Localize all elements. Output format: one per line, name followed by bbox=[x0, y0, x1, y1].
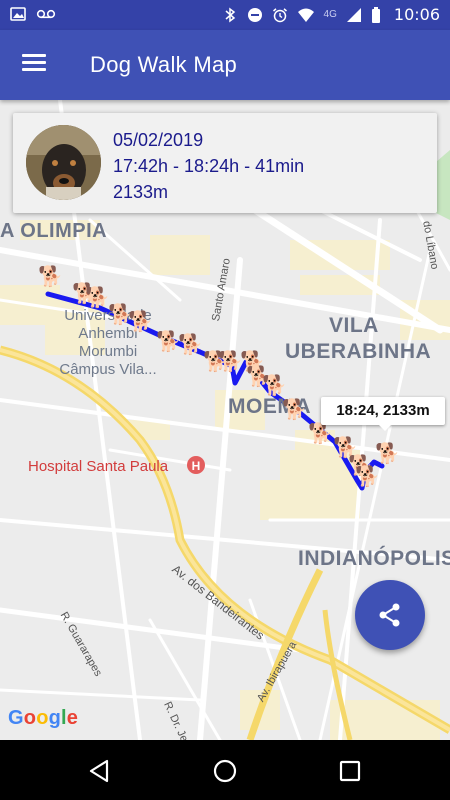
walk-info-text: 05/02/2019 17:42h - 18:24h - 41min 2133m bbox=[113, 127, 304, 205]
do-not-disturb-icon bbox=[247, 7, 262, 22]
battery-icon bbox=[371, 6, 380, 23]
walk-info-card: 05/02/2019 17:42h - 18:24h - 41min 2133m bbox=[13, 113, 437, 213]
dog-marker-icon[interactable]: 🐕 bbox=[128, 310, 153, 334]
walk-distance: 2133m bbox=[113, 182, 169, 202]
svg-text:H: H bbox=[192, 459, 201, 473]
share-button[interactable] bbox=[355, 580, 425, 650]
share-icon bbox=[379, 603, 400, 627]
dog-marker-icon[interactable]: 🐕 bbox=[282, 398, 307, 422]
voicemail-icon bbox=[36, 9, 56, 19]
hospital-label: Hospital Santa Paula bbox=[28, 458, 169, 475]
network-type: 4G bbox=[323, 9, 337, 20]
system-nav-bar bbox=[0, 740, 450, 800]
route-end-callout[interactable]: 18:24, 2133m bbox=[321, 397, 445, 431]
status-right-icons: 4G 10:06 bbox=[222, 5, 440, 24]
neighborhood-label: VILA bbox=[329, 314, 379, 337]
dog-marker-icon[interactable]: 🐕 bbox=[85, 286, 110, 310]
dog-marker-icon[interactable]: 🐕 bbox=[108, 303, 133, 327]
dog-marker-icon[interactable]: 🐕 bbox=[156, 330, 181, 354]
university-line: Câmpus Vila... bbox=[59, 361, 157, 378]
dog-marker-icon[interactable]: 🐕 bbox=[262, 374, 287, 398]
app-title: Dog Walk Map bbox=[90, 52, 238, 77]
wifi-icon bbox=[297, 8, 314, 22]
dog-marker-icon[interactable]: 🐕 bbox=[375, 442, 400, 466]
app-bar: Dog Walk Map bbox=[0, 30, 450, 100]
university-line: Morumbi bbox=[78, 343, 138, 360]
neighborhood-label: UBERABINHA bbox=[285, 340, 432, 363]
status-bar: 4G 10:06 bbox=[0, 0, 450, 30]
back-triangle-icon[interactable] bbox=[87, 758, 113, 784]
dog-marker-icon[interactable]: 🐕 bbox=[308, 422, 333, 446]
alarm-icon bbox=[272, 7, 287, 22]
walk-time-range: 17:42h - 18:24h - 41min bbox=[113, 156, 305, 176]
dog-marker-icon[interactable]: 🐕 bbox=[38, 265, 63, 289]
recents-square-icon[interactable] bbox=[337, 758, 363, 784]
bluetooth-icon bbox=[225, 7, 235, 22]
dog-avatar bbox=[26, 125, 101, 200]
signal-icon bbox=[346, 7, 361, 22]
google-logo: Google bbox=[8, 707, 79, 729]
dog-marker-icon[interactable]: 🐕 bbox=[218, 350, 243, 374]
dog-marker-icon[interactable]: 🐕 bbox=[178, 333, 203, 357]
status-left-icons bbox=[10, 6, 56, 22]
neighborhood-label: A OLIMPIA bbox=[0, 220, 108, 242]
hamburger-menu-icon[interactable] bbox=[22, 54, 48, 76]
neighborhood-label: INDIANÓPOLIS bbox=[298, 547, 450, 570]
home-circle-icon[interactable] bbox=[212, 758, 238, 784]
dog-marker-icon[interactable]: 🐕 bbox=[355, 465, 380, 489]
clock: 10:06 bbox=[393, 5, 440, 24]
image-icon bbox=[10, 7, 26, 21]
walk-date: 05/02/2019 bbox=[113, 130, 204, 150]
